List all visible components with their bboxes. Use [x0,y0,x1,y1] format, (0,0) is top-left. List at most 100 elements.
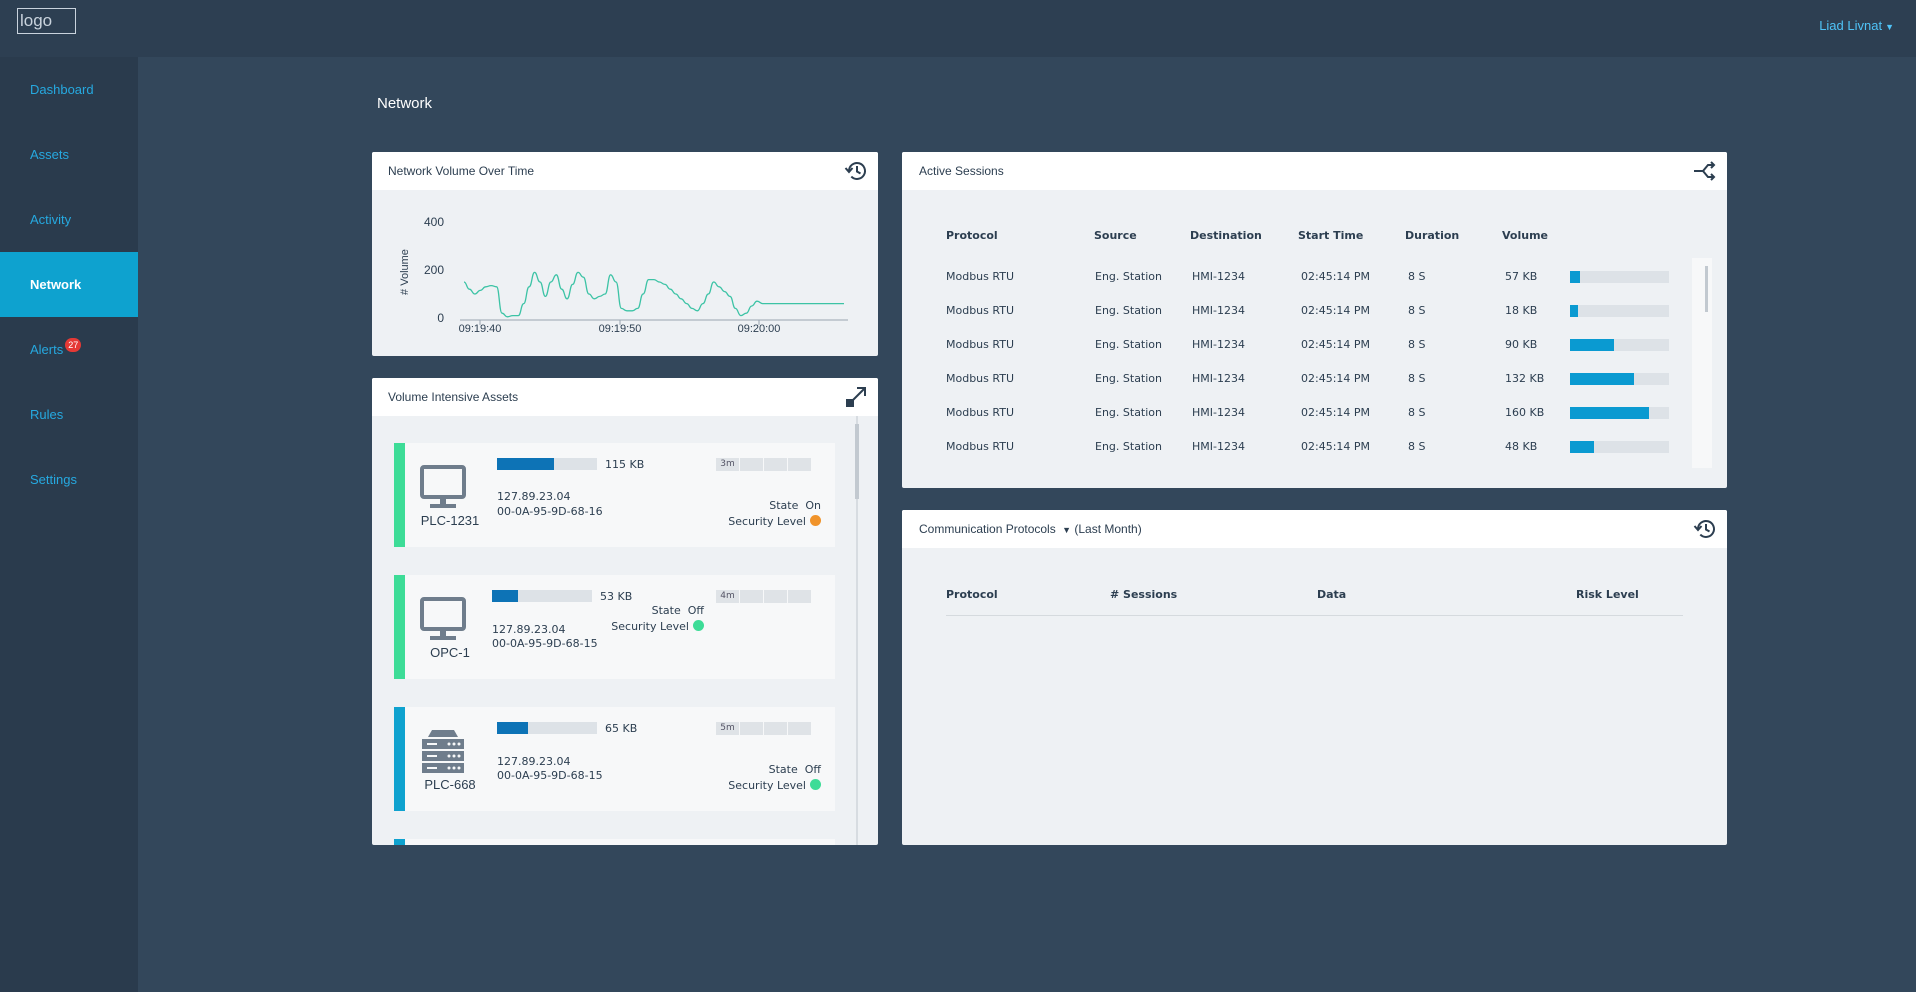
history-icon[interactable] [844,159,868,183]
cell-destination: HMI-1234 [1192,372,1245,385]
asset-mac: 00-0A-95-9D-68-16 [497,505,603,518]
column-header[interactable]: Protocol [946,588,998,601]
asset-volume: 53 KB [600,590,633,603]
column-header[interactable]: Start Time [1298,229,1363,242]
column-header[interactable]: Data [1317,588,1346,601]
sidebar-item-label: Settings [30,472,77,487]
cell-duration: 8 S [1408,338,1426,351]
column-header[interactable]: Source [1094,229,1137,242]
asset-security-level: Security Level [611,620,704,633]
asset-status-stripe [394,575,405,679]
cell-start: 02:45:14 PM [1301,406,1371,419]
sidebar-item-assets[interactable]: Assets [0,122,138,187]
sidebar-item-dashboard[interactable]: Dashboard [0,57,138,122]
user-menu[interactable]: Liad Livnat ▼ [1819,18,1894,33]
session-volume-bar [1570,339,1669,351]
state-value: Off [804,763,821,776]
cell-duration: 8 S [1408,270,1426,283]
sidebar-item-settings[interactable]: Settings [0,447,138,512]
y-tick-label: 0 [437,311,444,325]
cell-start: 02:45:14 PM [1301,270,1371,283]
asset-mac: 00-0A-95-9D-68-15 [492,637,598,650]
asset-ip: 127.89.23.04 [492,623,566,636]
cell-source: Eng. Station [1095,338,1163,351]
y-tick-label: 400 [424,215,444,229]
x-tick-label: 09:19:50 [599,323,642,335]
security-dot [810,779,821,790]
top-bar: logo Liad Livnat ▼ [0,0,1916,57]
sidebar-item-label: Network [30,277,82,292]
sidebar-item-label: Rules [30,407,64,422]
sidebar-item-network[interactable]: Network [0,252,138,317]
user-name: Liad Livnat [1819,18,1883,33]
asset-ip: 127.89.23.04 [497,755,571,768]
time-label: 5m [716,722,739,735]
column-header[interactable]: Destination [1190,229,1262,242]
sidebar-item-alerts[interactable]: Alerts 27 [0,317,138,382]
asset-name: OPC-1 [430,645,470,660]
cell-source: Eng. Station [1095,406,1163,419]
cell-protocol: Modbus RTU [946,372,1014,385]
cell-destination: HMI-1234 [1192,406,1245,419]
cell-duration: 8 S [1408,440,1426,453]
column-header[interactable]: Risk Level [1576,588,1639,601]
cell-source: Eng. Station [1095,440,1163,453]
panel-title: Active Sessions [919,164,1004,178]
asset-volume-bar [492,590,592,602]
session-volume-bar [1570,373,1669,385]
active-sessions-panel: Active Sessions Protocol Source Destinat… [902,152,1727,488]
period-label: (Last Month) [1074,522,1142,536]
cell-duration: 8 S [1408,372,1426,385]
y-tick-label: 200 [424,263,444,277]
communication-protocols-panel: Communication Protocols ▼ (Last Month) P… [902,510,1727,845]
panel-header: Network Volume Over Time [372,152,878,190]
asset-status-stripe [394,443,405,547]
panel-header: Communication Protocols ▼ (Last Month) [902,510,1727,548]
sidebar-item-label: Assets [30,147,70,162]
scrollbar-thumb[interactable] [1705,266,1708,312]
protocols-table: Protocol # Sessions Data Risk Level [902,548,1727,845]
column-header[interactable]: Protocol [946,229,998,242]
asset-card[interactable]: PLC-1231 115 KB 3m 127.89.23.04 00-0A-95… [394,443,835,547]
cell-destination: HMI-1234 [1192,304,1245,317]
asset-card[interactable]: PLC-668 65 KB 5m 127.89.23.04 00-0A-95-9… [394,707,835,811]
column-header[interactable]: Volume [1502,229,1548,242]
caret-down-icon[interactable]: ▼ [1062,525,1071,535]
security-label: Security Level [611,620,689,633]
panel-header: Volume Intensive Assets [372,378,878,416]
chart-area: # Volume 400 200 0 09:19:40 09:19:50 09:20:00 [372,190,878,356]
asset-list[interactable]: PLC-1231 115 KB 3m 127.89.23.04 00-0A-95… [372,416,878,845]
panel-title[interactable]: Communication Protocols ▼ (Last Month) [919,522,1142,536]
time-label: 3m [716,458,739,471]
column-header[interactable]: # Sessions [1110,588,1177,601]
y-axis-label: # Volume [399,249,411,295]
asset-mac: 00-0A-95-9D-68-15 [497,769,603,782]
state-label: State [651,604,681,617]
volume-line-chart: # Volume 400 200 0 09:19:40 09:19:50 09:20:00 [399,215,848,335]
sidebar-item-rules[interactable]: Rules [0,382,138,447]
server-icon [422,730,464,773]
column-header[interactable]: Duration [1405,229,1459,242]
cell-duration: 8 S [1408,406,1426,419]
asset-volume-bar [497,458,597,470]
asset-card[interactable]: OPC-1 53 KB 4m 127.89.23.04 00-0A-95-9D-… [394,575,835,679]
scrollbar[interactable] [1692,258,1712,468]
asset-time-boxes: 4m [716,590,815,603]
asset-status-stripe [394,839,405,845]
logo[interactable]: logo [17,8,76,34]
cell-protocol: Modbus RTU [946,304,1014,317]
scrollbar-thumb[interactable] [855,424,859,499]
x-tick-label: 09:20:00 [738,323,781,335]
asset-card[interactable] [394,839,835,845]
panel-title: Volume Intensive Assets [388,390,519,404]
expand-icon[interactable] [844,385,868,409]
cell-protocol: Modbus RTU [946,270,1014,283]
session-volume-bar [1570,441,1669,453]
sidebar-item-activity[interactable]: Activity [0,187,138,252]
history-icon[interactable] [1693,517,1717,541]
split-icon[interactable] [1693,159,1717,183]
series-line [463,271,845,318]
panel-title: Network Volume Over Time [388,164,535,178]
monitor-icon [420,597,466,640]
sessions-table: Protocol Source Destination Start Time D… [902,190,1727,488]
